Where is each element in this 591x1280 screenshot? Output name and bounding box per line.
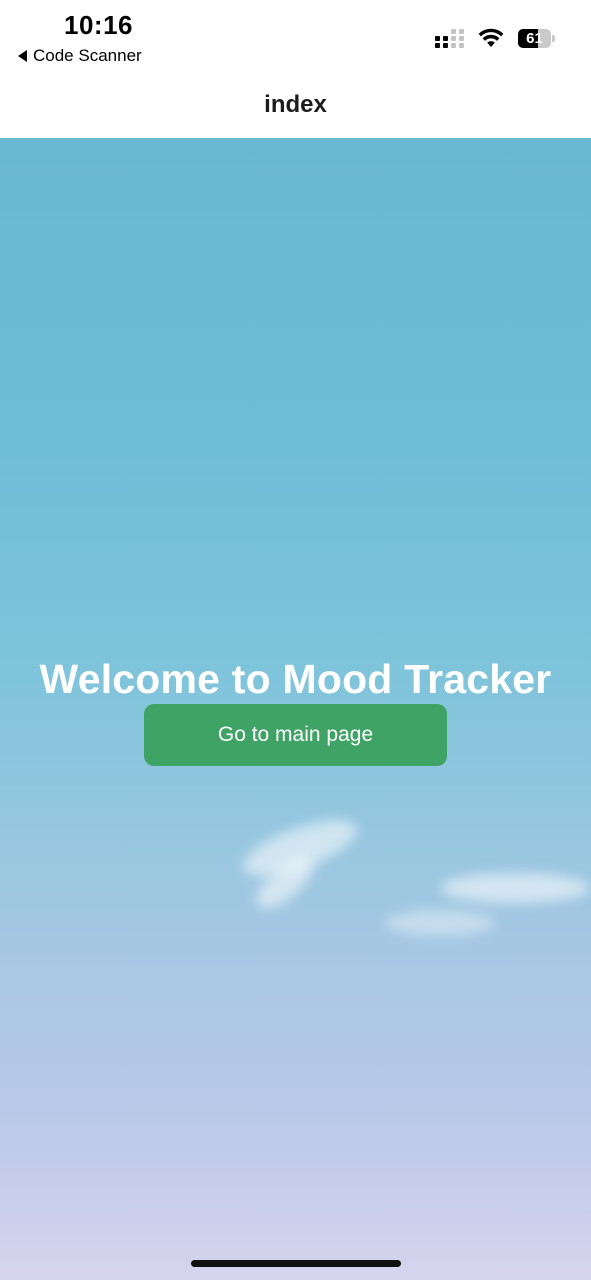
status-bar: 10:16 Code Scanner 61	[0, 0, 591, 78]
navigation-bar: index	[0, 78, 591, 138]
status-icons: 61	[435, 28, 555, 48]
page-title: index	[264, 91, 327, 118]
welcome-heading: Welcome to Mood Tracker	[39, 656, 552, 702]
sky-background: Welcome to Mood Tracker Go to main page	[0, 138, 591, 1280]
back-app-label: Code Scanner	[33, 46, 142, 65]
cellular-signal-icon	[435, 28, 464, 48]
go-to-main-page-button[interactable]: Go to main page	[144, 704, 447, 766]
back-triangle-icon	[18, 50, 27, 62]
battery-icon: 61	[518, 28, 555, 48]
back-to-app-button[interactable]: Code Scanner	[18, 46, 142, 66]
status-time: 10:16	[64, 10, 133, 40]
app-screen: 10:16 Code Scanner 61 index Welcome to M…	[0, 0, 591, 1280]
battery-level: 61	[526, 29, 543, 47]
cloud-decoration	[385, 910, 495, 936]
cloud-decoration	[440, 873, 590, 903]
home-indicator[interactable]	[191, 1260, 401, 1267]
wifi-icon	[478, 28, 504, 47]
